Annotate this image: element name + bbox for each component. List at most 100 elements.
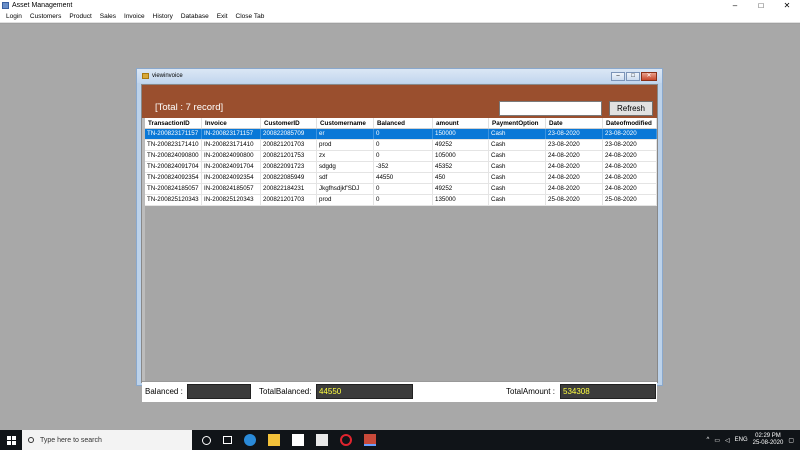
volume-icon[interactable]: ◁ <box>725 437 730 444</box>
table-cell[interactable]: 105000 <box>433 151 489 161</box>
table-cell[interactable]: 200821201703 <box>261 140 317 150</box>
table-cell[interactable]: 24-08-2020 <box>603 184 657 194</box>
table-cell[interactable]: 200821201703 <box>261 195 317 205</box>
column-header[interactable]: Customername <box>317 118 374 128</box>
language-indicator[interactable]: ENG <box>735 437 748 443</box>
table-cell[interactable]: 450 <box>433 173 489 183</box>
task-view-icon[interactable] <box>223 436 232 444</box>
column-header[interactable]: amount <box>433 118 489 128</box>
table-cell[interactable]: 23-08-2020 <box>603 129 657 139</box>
table-cell[interactable]: IN-200824090800 <box>202 151 261 161</box>
opera-icon[interactable] <box>340 434 352 446</box>
table-cell[interactable]: TN-200824185057 <box>145 184 202 194</box>
column-header[interactable]: CustomerID <box>261 118 317 128</box>
cortana-icon[interactable] <box>202 435 211 445</box>
menu-product[interactable]: Product <box>65 13 95 20</box>
table-cell[interactable]: prod <box>317 195 374 205</box>
table-cell[interactable]: 45352 <box>433 162 489 172</box>
column-header[interactable]: Date <box>546 118 603 128</box>
table-cell[interactable]: TN-200824092354 <box>145 173 202 183</box>
table-cell[interactable]: 49252 <box>433 184 489 194</box>
table-cell[interactable]: -352 <box>374 162 433 172</box>
table-cell[interactable]: 23-08-2020 <box>546 140 603 150</box>
file-explorer-icon[interactable] <box>268 434 280 446</box>
menu-sales[interactable]: Sales <box>96 13 120 20</box>
menu-close-tab[interactable]: Close Tab <box>232 13 269 20</box>
table-cell[interactable]: 24-08-2020 <box>546 151 603 161</box>
table-cell[interactable]: TN-200824090800 <box>145 151 202 161</box>
child-title-bar[interactable]: viewinvoice – □ ✕ <box>137 69 662 83</box>
table-cell[interactable]: 135000 <box>433 195 489 205</box>
table-cell[interactable]: 0 <box>374 151 433 161</box>
table-cell[interactable]: sdf <box>317 173 374 183</box>
table-cell[interactable]: prod <box>317 140 374 150</box>
table-row[interactable]: TN-200823171410 IN-200823171410 2008212017… <box>145 140 657 151</box>
table-cell[interactable]: 0 <box>374 140 433 150</box>
total-balanced-field[interactable]: 44550 <box>316 384 413 399</box>
mail-icon[interactable] <box>316 434 328 446</box>
table-cell[interactable]: TN-200824091704 <box>145 162 202 172</box>
child-close-button[interactable]: ✕ <box>641 71 657 81</box>
edge-icon[interactable] <box>244 434 256 446</box>
chevron-up-icon[interactable]: ^ <box>706 437 709 443</box>
table-cell[interactable]: 24-08-2020 <box>546 184 603 194</box>
table-cell[interactable]: 200822085949 <box>261 173 317 183</box>
table-cell[interactable]: 200822091723 <box>261 162 317 172</box>
notifications-icon[interactable]: ▢ <box>788 437 794 444</box>
table-cell[interactable]: IN-200824092354 <box>202 173 261 183</box>
table-cell[interactable]: 24-08-2020 <box>603 151 657 161</box>
balanced-field[interactable] <box>187 384 251 399</box>
table-cell[interactable]: 24-08-2020 <box>603 173 657 183</box>
table-row[interactable]: TN-200825120343 IN-200825120343 2008212017… <box>145 195 657 206</box>
table-cell[interactable]: 44550 <box>374 173 433 183</box>
table-cell[interactable]: Jkgfhsdjkf'SDJ <box>317 184 374 194</box>
search-input[interactable] <box>499 101 602 116</box>
visual-studio-icon[interactable] <box>364 434 376 446</box>
menu-login[interactable]: Login <box>2 13 26 20</box>
child-maximize-button[interactable]: □ <box>626 71 640 81</box>
menu-history[interactable]: History <box>149 13 177 20</box>
table-cell[interactable]: TN-200825120343 <box>145 195 202 205</box>
table-cell[interactable]: Cash <box>489 140 546 150</box>
table-cell[interactable]: 200821201753 <box>261 151 317 161</box>
total-amount-field[interactable]: 534308 <box>560 384 656 399</box>
table-cell[interactable]: sdgdg <box>317 162 374 172</box>
table-cell[interactable]: 150000 <box>433 129 489 139</box>
table-cell[interactable]: 25-08-2020 <box>603 195 657 205</box>
close-button[interactable]: ✕ <box>774 0 800 11</box>
maximize-button[interactable]: □ <box>748 0 774 11</box>
table-cell[interactable]: 0 <box>374 195 433 205</box>
table-cell[interactable]: 0 <box>374 129 433 139</box>
network-icon[interactable]: ▭ <box>714 437 720 444</box>
column-header[interactable]: Invoice <box>202 118 261 128</box>
table-cell[interactable]: er <box>317 129 374 139</box>
table-cell[interactable]: Cash <box>489 151 546 161</box>
clock[interactable]: 02:29 PM 25-08-2020 <box>753 433 784 447</box>
menu-customers[interactable]: Customers <box>26 13 65 20</box>
refresh-button[interactable]: Refresh <box>609 101 653 116</box>
table-cell[interactable]: IN-200825120343 <box>202 195 261 205</box>
column-header[interactable]: TransactionID <box>145 118 202 128</box>
store-icon[interactable] <box>292 434 304 446</box>
table-row[interactable]: TN-200823171157 IN-200823171157 2008220857… <box>145 129 657 140</box>
minimize-button[interactable]: – <box>722 0 748 11</box>
table-cell[interactable]: 0 <box>374 184 433 194</box>
menu-database[interactable]: Database <box>177 13 213 20</box>
invoice-grid[interactable]: TransactionID Invoice CustomerID Custome… <box>145 118 657 381</box>
table-row[interactable]: TN-200824092354 IN-200824092354 2008220859… <box>145 173 657 184</box>
start-button[interactable] <box>0 430 22 450</box>
column-header[interactable]: PaymentOption <box>489 118 546 128</box>
column-header[interactable]: Dateofmodified <box>603 118 657 128</box>
table-cell[interactable]: 23-08-2020 <box>546 129 603 139</box>
column-header[interactable]: Balanced <box>374 118 433 128</box>
child-minimize-button[interactable]: – <box>611 71 625 81</box>
table-cell[interactable]: 200822085709 <box>261 129 317 139</box>
menu-invoice[interactable]: Invoice <box>120 13 149 20</box>
table-row[interactable]: TN-200824185057 IN-200824185057 2008221842… <box>145 184 657 195</box>
taskbar-search[interactable]: Type here to search <box>22 430 192 450</box>
table-row[interactable]: TN-200824091704 IN-200824091704 2008220917… <box>145 162 657 173</box>
table-cell[interactable]: IN-200824185057 <box>202 184 261 194</box>
table-cell[interactable]: zx <box>317 151 374 161</box>
table-cell[interactable]: 25-08-2020 <box>546 195 603 205</box>
table-cell[interactable]: Cash <box>489 195 546 205</box>
